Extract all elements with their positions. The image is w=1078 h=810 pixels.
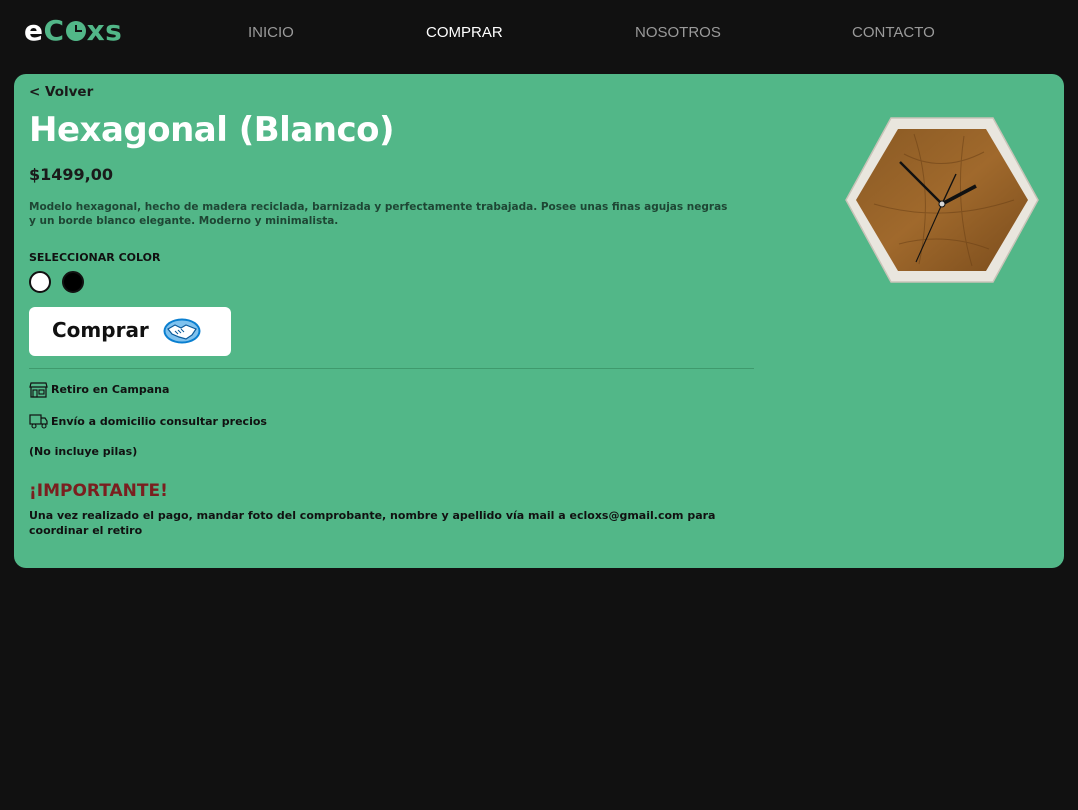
ecloxs-logo[interactable]: eC xs (24, 14, 122, 48)
buy-button[interactable]: Comprar (29, 307, 231, 356)
pickup-text: Retiro en Campana (51, 382, 170, 396)
color-swatch-black[interactable] (62, 271, 84, 293)
nav-contacto[interactable]: CONTACTO (852, 24, 935, 42)
nav-nosotros[interactable]: NOSOTROS (635, 24, 721, 42)
important-title: ¡IMPORTANTE! (29, 481, 168, 501)
nav-inicio[interactable]: INICIO (248, 24, 294, 42)
truck-icon (29, 414, 48, 429)
nav-comprar[interactable]: COMPRAR (426, 24, 503, 42)
product-card: < Volver Hexagonal (Blanco) $1499,00 Mod… (14, 74, 1064, 568)
store-icon (29, 382, 48, 398)
handshake-icon (163, 318, 201, 344)
color-swatch-white[interactable] (29, 271, 51, 293)
shipping-info: Envío a domicilio consultar precios (29, 413, 267, 429)
top-navbar: eC xs INICIO COMPRAR NOSOTROS CONTACTO (0, 0, 1078, 64)
back-link[interactable]: < Volver (29, 84, 93, 100)
buy-button-label: Comprar (52, 318, 149, 342)
color-select-label: SELECCIONAR COLOR (29, 251, 161, 264)
product-price: $1499,00 (29, 165, 114, 184)
section-divider (29, 368, 754, 369)
shipping-text: Envío a domicilio consultar precios (51, 414, 267, 428)
product-title: Hexagonal (Blanco) (29, 110, 395, 150)
battery-note: (No incluye pilas) (29, 445, 138, 458)
clock-icon (65, 21, 86, 41)
important-text: Una vez realizado el pago, mandar foto d… (29, 509, 716, 537)
product-image (845, 117, 1039, 283)
product-description: Modelo hexagonal, hecho de madera recicl… (29, 201, 728, 227)
pickup-info: Retiro en Campana (29, 380, 169, 398)
